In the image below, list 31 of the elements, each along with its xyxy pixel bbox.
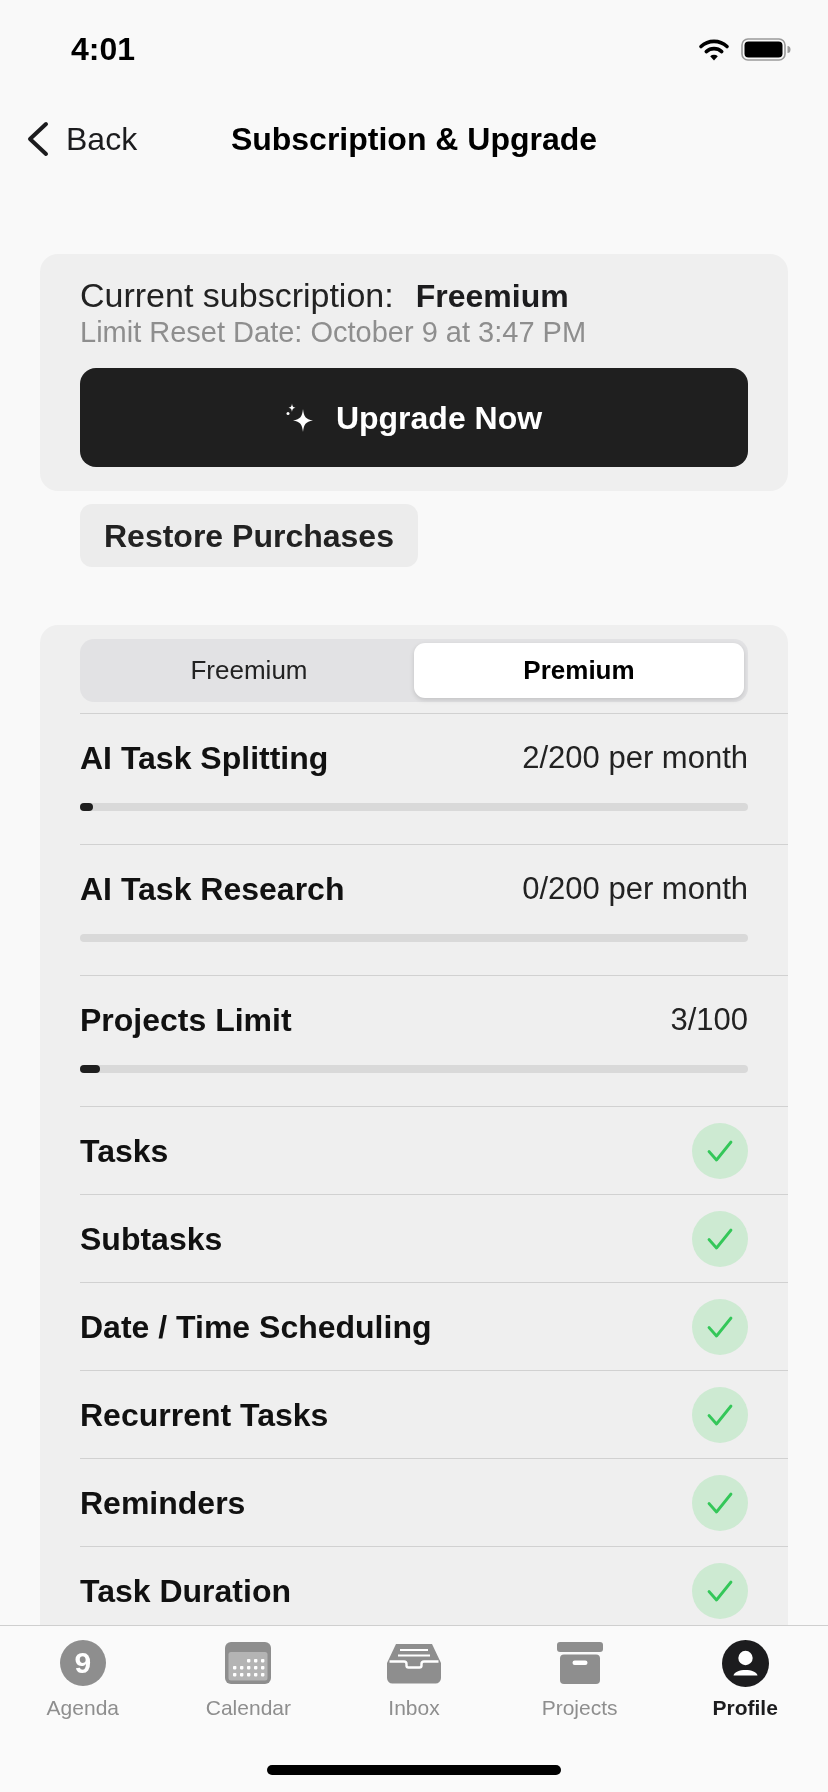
plan-tab[interactable]: Premium [414, 643, 744, 698]
profile-icon [721, 1639, 769, 1687]
wifi-icon [698, 37, 730, 61]
feature-name: Task Duration [80, 1571, 291, 1611]
feature-name: Subtasks [80, 1219, 223, 1259]
feature-name: Recurrent Tasks [80, 1395, 329, 1435]
date-badge: 9 [59, 1640, 106, 1686]
battery-icon [741, 37, 791, 61]
back-button[interactable]: Back [25, 121, 138, 157]
feature-name: Reminders [80, 1483, 246, 1523]
status-time: 4:01 [71, 33, 136, 65]
tray-icon [387, 1642, 441, 1684]
restore-purchases-button[interactable]: Restore Purchases [80, 504, 418, 567]
subscription-label: Current subscription: [80, 276, 394, 314]
limit-usage: 3/100 [670, 1000, 748, 1039]
plan-tab[interactable]: Freemium [84, 643, 414, 698]
limit-name: AI Task Splitting [80, 739, 329, 778]
subscription-plan: Freemium [415, 277, 569, 315]
limit-usage: 2/200 per month [522, 738, 748, 777]
limit-name: AI Task Research [80, 870, 345, 909]
feature-name: Tasks [80, 1131, 169, 1171]
page-title: Subscription & Upgrade [230, 123, 598, 155]
archive-box-icon [556, 1642, 603, 1684]
calendar-icon [225, 1642, 272, 1684]
chevron-left-icon [25, 121, 50, 157]
tab-bar-item[interactable]: Profile [712, 1640, 778, 1720]
upgrade-button[interactable]: Upgrade Now [80, 368, 748, 467]
limit-name: Projects Limit [80, 1001, 292, 1040]
feature-name: Date / Time Scheduling [80, 1307, 432, 1347]
limit-usage: 0/200 per month [522, 869, 748, 908]
limit-reset-date: Limit Reset Date: October 9 at 3:47 PM [80, 315, 587, 349]
